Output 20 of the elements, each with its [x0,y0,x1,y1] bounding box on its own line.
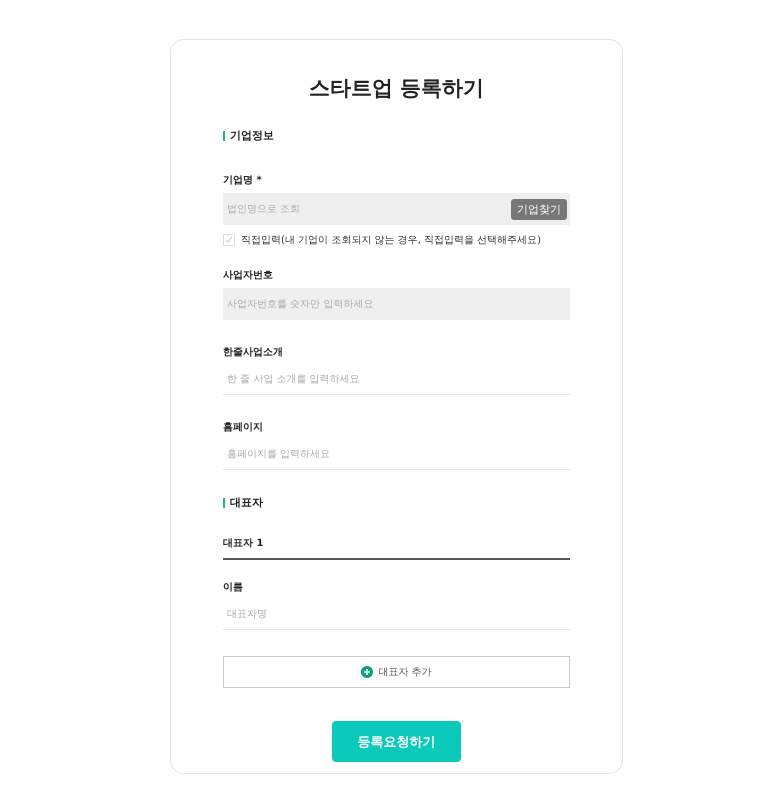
page-title: 스타트업 등록하기 [308,75,486,102]
search-button[interactable]: 기업찾기 [511,198,567,220]
representative-tab[interactable]: 대표자 1 [223,536,570,560]
plus-icon [361,666,374,678]
field-label: 한줄사업소개 [223,346,284,359]
checkbox[interactable] [223,234,235,246]
section-heading: 대표자 [230,495,263,510]
field-label: 사업자번호 [223,269,274,282]
input-field[interactable]: 한 줄 사업 소개를 입력하세요 [223,365,570,395]
input-field[interactable]: 대표자명 [223,600,570,630]
field-label: 홈페이지 [223,421,264,434]
field-label: 이름 [223,581,244,594]
section-marker [223,498,225,508]
add-representative-button[interactable]: 대표자 추가 [223,656,570,688]
section-marker [223,130,225,140]
search-field[interactable]: 법인명으로 조회 기업찾기 [223,193,570,225]
section-heading: 기업정보 [230,128,274,143]
checkbox-label: 직접입력(내 기업이 조회되지 않는 경우, 직접입력을 선택해주세요) [241,234,542,247]
field-label: 기업명 * [223,174,263,187]
input-field[interactable]: 홈페이지를 입력하세요 [223,440,570,470]
